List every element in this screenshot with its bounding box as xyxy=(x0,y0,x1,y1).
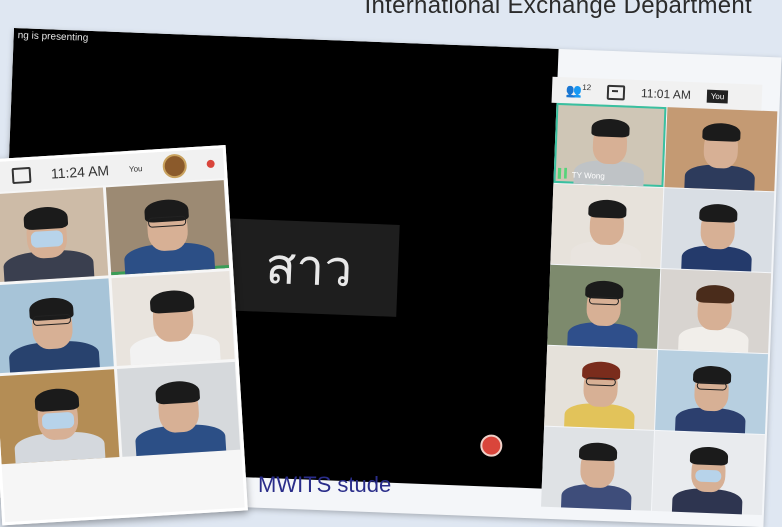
presenting-label: ng is presenting xyxy=(17,30,89,44)
participant-tile[interactable] xyxy=(655,349,769,435)
avatar xyxy=(161,153,188,179)
mic-icon: ▌▍ xyxy=(557,167,572,179)
page-title: International Exchange Department xyxy=(364,0,752,19)
participant-grid: ▌▍ TY Wong xyxy=(541,102,778,516)
participants-count: 12 xyxy=(582,82,592,93)
participant-tile[interactable] xyxy=(547,264,661,349)
participant-tile[interactable] xyxy=(661,188,775,273)
participant-tile[interactable] xyxy=(117,361,241,457)
participant-tile[interactable] xyxy=(0,278,114,374)
participant-tile[interactable] xyxy=(658,269,772,354)
participant-tile[interactable] xyxy=(111,270,235,367)
participant-tile[interactable] xyxy=(544,345,658,430)
participant-tile[interactable]: ▌▍ TY Wong xyxy=(553,102,667,188)
participant-tile[interactable] xyxy=(105,180,230,276)
record-icon[interactable] xyxy=(479,434,503,458)
small-meeting-screenshot: 11:24 AM You xyxy=(0,144,248,526)
meeting-time: 11:01 AM xyxy=(640,86,692,103)
small-meeting-time: 11:24 AM xyxy=(50,162,110,182)
participant-tile[interactable] xyxy=(0,369,120,465)
self-view-label: You xyxy=(706,89,729,103)
photo-caption: MWITS stude xyxy=(258,472,392,497)
participant-tile[interactable] xyxy=(541,426,655,511)
participant-tile[interactable] xyxy=(664,107,778,192)
people-icon[interactable]: 👥12 xyxy=(566,82,592,99)
presented-word: สาว xyxy=(218,218,400,317)
chat-icon[interactable] xyxy=(11,166,32,185)
chat-icon[interactable] xyxy=(606,84,626,100)
small-participant-grid xyxy=(0,180,241,465)
participant-tile[interactable] xyxy=(0,187,109,283)
participant-tile[interactable] xyxy=(550,183,664,268)
record-icon[interactable] xyxy=(206,159,215,169)
participant-name: TY Wong xyxy=(571,170,605,181)
participant-tile[interactable] xyxy=(651,430,765,516)
self-view-label: You xyxy=(128,163,143,174)
